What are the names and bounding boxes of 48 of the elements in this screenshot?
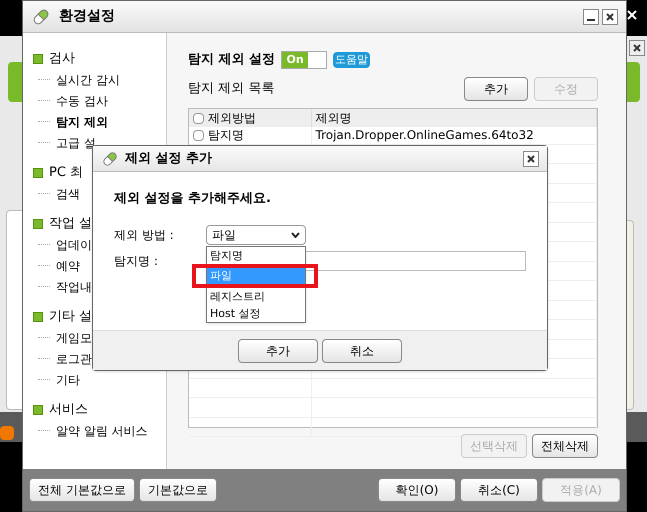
checkbox[interactable] [193,130,204,141]
sidebar-item[interactable]: 실시간 감시 [56,70,120,88]
table-cell: 탐지명 [208,128,244,142]
dropdown-option[interactable]: 레지스트리 [207,288,305,305]
close-icon[interactable] [625,8,639,22]
dialog-message: 제외 설정을 추가해주세요. [114,190,272,208]
method-label: 제외 방법 : [114,226,175,244]
dropdown-option[interactable]: Host 설정 [207,305,305,322]
list-title: 탐지 제외 목록 [188,80,274,98]
sidebar-item[interactable]: 기타 [56,370,80,388]
close-button[interactable] [602,8,618,24]
window-title: 환경설정 [59,7,115,26]
section-title: 탐지 제외 설정 [188,51,276,70]
button[interactable]: 취소 [322,338,402,362]
button[interactable]: 추가 [238,338,318,362]
button[interactable]: 기본값으로 [138,478,217,502]
sidebar-group[interactable]: PC 최 [49,163,84,183]
sidebar-item[interactable]: 예약 [56,256,80,274]
close-button[interactable] [523,150,539,166]
dialog-title: 제외 설정 추가 [125,150,212,168]
sidebar-item[interactable]: 로그관 [56,350,92,368]
minimize-button[interactable] [583,8,599,24]
sidebar-group[interactable]: 서비스 [49,400,88,420]
name-label: 탐지명 : [114,252,159,270]
sidebar-item[interactable]: 작업내 [56,278,92,296]
button[interactable]: 전체 기본값으로 [29,478,135,502]
app-icon [0,426,14,440]
button[interactable]: 취소(C) [460,478,538,502]
caret-icon [291,232,300,238]
button[interactable]: 추가 [464,77,528,101]
button[interactable]: 전체삭제 [532,434,598,458]
sidebar-group[interactable]: 검사 [49,49,75,69]
checkbox[interactable] [193,112,204,124]
sidebar-item[interactable]: 수동 검사 [56,92,108,110]
sidebar-item[interactable]: 업데이 [56,236,92,254]
dropdown-option[interactable]: 탐지명 [207,247,305,264]
sidebar-item[interactable]: 게임모 [56,328,92,346]
close-icon[interactable] [629,40,645,56]
table-cell: Trojan.Dropper.OnlineGames.64to32 [316,128,534,142]
sidebar-item[interactable]: 탐지 제외 [56,112,108,130]
sidebar-item[interactable]: 알약 알림 서비스 [56,422,148,440]
button[interactable]: 확인(O) [378,478,456,502]
sidebar-group[interactable]: 기타 설 [49,307,92,327]
sidebar-item[interactable]: 검색 [56,184,80,202]
column-header[interactable]: 제외방법 [208,109,256,127]
sidebar-group[interactable]: 작업 설 [49,214,92,234]
column-header[interactable]: 제외명 [316,109,352,127]
method-select[interactable]: 파일 [206,224,306,244]
